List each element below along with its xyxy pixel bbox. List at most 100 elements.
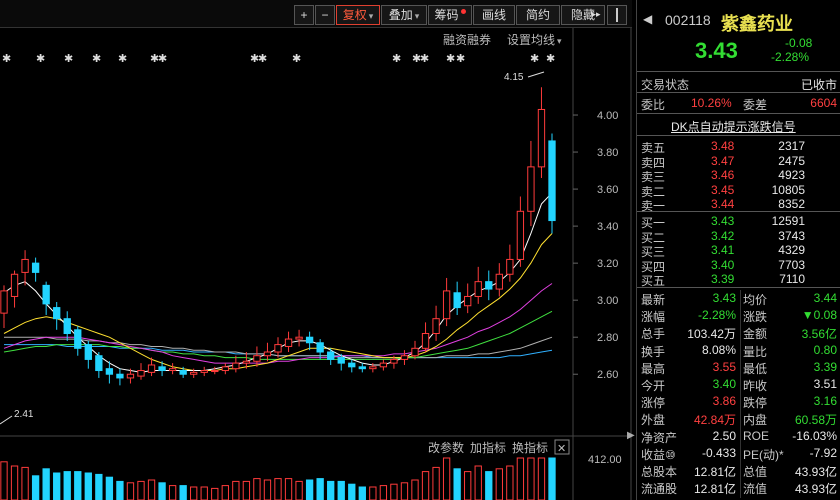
chart-toolbar: + − 复权 ▾ 叠加 ▾ 筹码 画线 简约 隐藏 ▸▸ — [0, 0, 632, 28]
signal-star-icon: ✱ — [530, 52, 539, 65]
candle-body — [10, 273, 19, 297]
stat-label: 最低 — [743, 361, 768, 376]
status-value: 已收市 — [800, 78, 837, 92]
candle-body — [400, 355, 409, 360]
stat-label: 收益⑩ — [641, 447, 676, 462]
bid-volume: 3743 — [778, 228, 805, 243]
candle-body — [411, 347, 419, 357]
rongzi-link[interactable]: 融资融券 — [443, 31, 491, 48]
bid-volume: 4329 — [778, 243, 805, 257]
volume-bar — [337, 480, 345, 500]
prev-stock-icon[interactable]: ◀ — [643, 12, 652, 26]
volume-bars — [0, 457, 556, 500]
set-ma-link[interactable]: 设置均线 ▾ — [507, 31, 562, 48]
stat-label: 金额 — [743, 327, 768, 342]
diejia-button[interactable]: 叠加 ▾ — [381, 5, 427, 25]
zoom-in-button[interactable]: + — [294, 5, 314, 25]
dk-signal-row[interactable]: DK点自动提示涨跌信号 — [637, 117, 840, 134]
candle-body — [147, 364, 156, 373]
vol-param-button[interactable]: 改参数 — [428, 440, 464, 455]
stat-row: 总手 103.42万 金额 3.56亿 — [637, 324, 840, 341]
collapse-arrow-icon[interactable]: ▶ — [627, 430, 635, 442]
stat-row: 最高 3.55 最低 3.39 — [637, 359, 840, 376]
candle-body — [305, 336, 314, 344]
signal-star-icon: ✱ — [392, 52, 401, 65]
more-arrow-icon[interactable]: ▸▸ — [587, 5, 605, 25]
chouma-button[interactable]: 筹码 — [428, 5, 472, 25]
stat-label: 外盘 — [641, 413, 666, 428]
ask-volume: 2317 — [778, 139, 805, 153]
candle-body — [221, 366, 229, 372]
price-tick-label: 2.60 — [597, 369, 618, 381]
signal-star-icon: ✱ — [36, 52, 45, 65]
volume-tick: 412.00 — [588, 454, 622, 466]
price-change: -0.08 — [785, 36, 813, 50]
zoom-out-button[interactable]: − — [315, 5, 335, 25]
jianyue-button[interactable]: 简约 — [516, 5, 560, 25]
candle-body — [295, 336, 303, 340]
fuquan-button[interactable]: 复权 ▾ — [336, 5, 380, 25]
candle-body — [21, 258, 29, 273]
divider — [637, 113, 840, 114]
candle-body — [137, 370, 145, 377]
dk-signal-link[interactable]: DK点自动提示涨跌信号 — [671, 118, 796, 135]
stat-value: 12.81亿 — [693, 465, 736, 479]
chart-subbar: 融资融券 设置均线 ▾ — [0, 29, 570, 47]
bid-price: 3.43 — [711, 214, 735, 228]
candle-body — [284, 338, 293, 347]
ask-price: 3.46 — [711, 168, 735, 182]
current-price: 3.43 — [695, 38, 738, 63]
stats-divider — [740, 290, 741, 498]
volume-bar — [421, 471, 430, 500]
candle-body — [516, 210, 525, 260]
volume-bar — [10, 465, 19, 500]
volume-bar — [379, 485, 388, 500]
vol-close-icon[interactable]: ✕ — [557, 442, 566, 455]
bid-price: 3.41 — [711, 243, 735, 257]
high-annotation-line — [527, 71, 545, 78]
volume-bar — [305, 479, 314, 500]
volume-bar — [221, 485, 229, 500]
stock-name: 紫鑫药业 — [721, 14, 793, 34]
bid-price: 3.42 — [711, 228, 735, 243]
ask-row: 卖一 3.44 8352 — [637, 196, 840, 213]
stat-value: 0.80 — [813, 342, 837, 357]
bid-label: 买五 — [641, 274, 666, 288]
candle-body — [211, 370, 219, 373]
signal-star-icon: ✱ — [420, 52, 429, 65]
vol-switch-button[interactable]: 换指标 — [512, 440, 548, 455]
bid-volume: 7703 — [778, 257, 805, 272]
candle-body — [421, 332, 430, 349]
stat-row: 最新 3.43 均价 3.44 — [637, 290, 840, 307]
volume-bar — [537, 457, 546, 500]
candle-body — [337, 357, 345, 364]
expand-handle-icon[interactable] — [607, 5, 627, 25]
huaxian-button[interactable]: 画线 — [473, 5, 515, 25]
stat-value: 3.56亿 — [801, 327, 837, 342]
stat-value: ▼0.08 — [801, 308, 837, 323]
signal-star-icon: ✱ — [64, 52, 73, 65]
stat-row: 收益⑩ -0.433 PE(动)* -7.92 — [637, 445, 840, 462]
kline-chart[interactable]: 4.003.803.603.403.203.002.802.60 ✱ ✱ ✱ ✱ ✱ ✱✱… — [0, 0, 632, 500]
stat-label: 总值 — [743, 465, 768, 479]
volume-bar — [253, 478, 261, 500]
volume-bar — [95, 473, 103, 500]
volume-bar — [116, 480, 124, 500]
volume-bar — [390, 483, 398, 500]
stat-value: 3.55 — [712, 359, 736, 374]
stock-code: 002118 — [665, 12, 711, 28]
candle-body — [168, 368, 177, 372]
volume-bar — [74, 471, 82, 500]
volume-bar — [432, 466, 440, 500]
volume-bar — [485, 471, 493, 500]
price-summary: 3.43 -0.08 -2.28% — [637, 36, 840, 66]
candle-body — [474, 281, 482, 297]
candle-body — [506, 258, 514, 275]
stat-value: -2.28% — [697, 308, 736, 323]
candle-body — [126, 373, 135, 379]
vol-add-button[interactable]: 加指标 — [470, 440, 506, 455]
stat-label: 量比 — [743, 344, 768, 359]
stat-label: 总股本 — [641, 465, 678, 479]
candle-body — [263, 351, 272, 357]
volume-bar — [263, 479, 272, 500]
